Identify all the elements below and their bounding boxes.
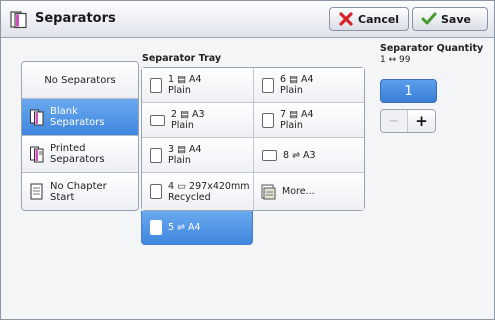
page-title: Separators — [35, 11, 116, 26]
tray-label-line1: 2 ▤ A3 — [171, 109, 205, 120]
tray-label-line2: Recycled — [168, 191, 211, 203]
tray-3-button[interactable]: 3 ▤ A4 Plain — [142, 138, 253, 173]
paper-icon — [262, 77, 274, 93]
separator-quantity-heading: Separator Quantity — [380, 43, 484, 54]
paper-icon — [150, 147, 162, 163]
tray-5-button[interactable]: 5 ⇌ A4 — [141, 211, 253, 245]
option-no-chapter-start[interactable]: No Chapter Start — [22, 173, 138, 210]
paper-icon — [150, 77, 162, 93]
tray-label-line2: Plain — [280, 120, 303, 131]
tray-label-line1: 3 ▤ A4 — [168, 144, 202, 155]
save-button[interactable]: Save — [412, 7, 488, 31]
tray-6-button[interactable]: 6 ▤ A4 Plain — [253, 68, 364, 103]
tray-1-button[interactable]: 1 ▤ A4 Plain — [142, 68, 253, 103]
tray-label: 4 ▭ 297x420mm Recycled — [168, 181, 249, 203]
option-label: No Separators — [44, 74, 116, 86]
option-label-line1: Blank — [50, 106, 78, 117]
header-bar: Separators Cancel Save — [1, 1, 494, 38]
tray-label: 8 ⇌ A3 — [283, 150, 316, 161]
checkmark-icon — [421, 12, 437, 25]
option-label-line1: Printed — [50, 143, 86, 154]
paper-icon — [150, 220, 162, 235]
separator-type-options: No Separators Blank Separators Printed S… — [21, 61, 139, 211]
option-label-line2: Start — [50, 191, 75, 203]
separator-tray-heading: Separator Tray — [142, 53, 222, 64]
tray-label-line2: Plain — [168, 155, 191, 166]
option-label-line1: No Chapter — [50, 180, 107, 192]
quantity-stepper: − + — [380, 109, 436, 133]
option-no-separators[interactable]: No Separators — [22, 62, 138, 99]
quantity-value-field[interactable]: 1 — [380, 79, 437, 103]
separators-screen: Separators Cancel Save No Separators Bla… — [0, 0, 495, 320]
separator-tray-grid: 1 ▤ A4 Plain 6 ▤ A4 Plain 2 ▤ A3 Plain 7… — [141, 67, 365, 211]
option-label-line2: Separators — [50, 154, 105, 165]
tray-label: 1 ▤ A4 Plain — [168, 74, 202, 96]
more-trays-icon — [261, 184, 276, 199]
increment-button[interactable]: + — [408, 110, 435, 132]
paper-icon — [150, 184, 162, 199]
option-label: Printed Separators — [50, 143, 105, 165]
tray-label: 6 ▤ A4 Plain — [280, 74, 314, 96]
cancel-button[interactable]: Cancel — [329, 7, 409, 31]
tray-2-button[interactable]: 2 ▤ A3 Plain — [142, 103, 253, 138]
option-blank-separators[interactable]: Blank Separators — [22, 99, 138, 136]
option-label-line2: Separators — [50, 117, 105, 128]
tray-8-button[interactable]: 8 ⇌ A3 — [253, 138, 364, 173]
option-label: Blank Separators — [50, 106, 105, 128]
more-trays-label: More... — [282, 186, 315, 197]
tray-4-button[interactable]: 4 ▭ 297x420mm Recycled — [142, 173, 253, 210]
tray-label: 2 ▤ A3 Plain — [171, 109, 205, 131]
option-label: No Chapter Start — [50, 181, 107, 203]
paper-icon — [262, 112, 274, 128]
close-icon — [339, 12, 353, 26]
tray-label-line2: Plain — [171, 120, 194, 131]
separators-icon — [10, 11, 27, 29]
tray-label-line1: 7 ▤ A4 — [280, 109, 314, 120]
paper-icon — [150, 114, 165, 126]
save-label: Save — [441, 12, 471, 26]
tray-label-line1: 1 ▤ A4 — [168, 74, 202, 85]
tray-label-line1: 8 ⇌ A3 — [283, 149, 316, 161]
tray-label-line2: Plain — [280, 85, 303, 96]
cancel-label: Cancel — [358, 12, 400, 26]
tray-label-line1: 4 ▭ 297x420mm — [168, 180, 250, 192]
tray-label: 7 ▤ A4 Plain — [280, 109, 314, 131]
tray-label: 3 ▤ A4 Plain — [168, 144, 202, 166]
printed-separator-icon — [30, 146, 44, 162]
paper-icon — [262, 149, 277, 161]
blank-separator-icon — [30, 109, 44, 125]
tray-label-line2: Plain — [168, 85, 191, 96]
tray-label: 5 ⇌ A4 — [168, 222, 201, 233]
more-trays-button[interactable]: More... — [253, 173, 364, 210]
tray-7-button[interactable]: 7 ▤ A4 Plain — [253, 103, 364, 138]
quantity-range: 1 ↔ 99 — [380, 55, 411, 65]
decrement-button[interactable]: − — [381, 110, 408, 132]
tray-label-line1: 6 ▤ A4 — [280, 74, 314, 85]
chapter-start-icon — [30, 183, 43, 200]
option-printed-separators[interactable]: Printed Separators — [22, 136, 138, 173]
